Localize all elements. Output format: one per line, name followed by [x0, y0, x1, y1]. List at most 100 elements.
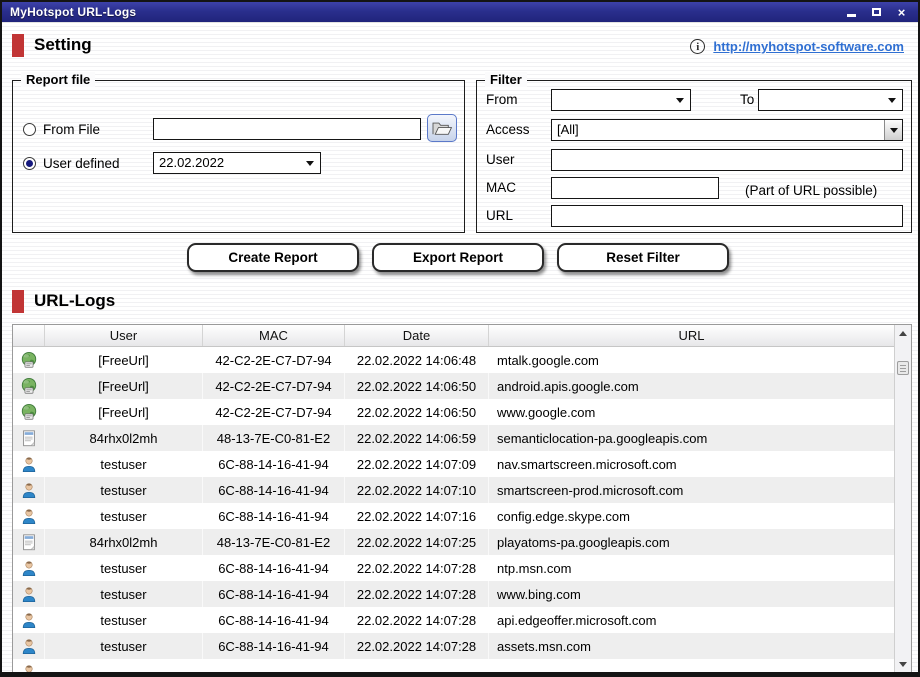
- create-report-button[interactable]: Create Report: [187, 243, 359, 272]
- table-row[interactable]: testuser6C-88-14-16-41-9422.02.2022 14:0…: [13, 477, 894, 503]
- cell-date: [345, 659, 489, 672]
- table-row[interactable]: testuser6C-88-14-16-41-9422.02.2022 14:0…: [13, 581, 894, 607]
- url-filter-input[interactable]: [551, 205, 903, 227]
- url-logs-section-header: URL-Logs: [12, 288, 115, 314]
- cell-user: testuser: [45, 477, 203, 503]
- browse-file-button[interactable]: [427, 114, 457, 142]
- link-area: i http://myhotspot-software.com: [690, 39, 904, 54]
- cell-url: nav.smartscreen.microsoft.com: [489, 451, 894, 477]
- column-header-date[interactable]: Date: [345, 325, 489, 346]
- cell-mac: 6C-88-14-16-41-94: [203, 555, 345, 581]
- window-title: MyHotspot URL-Logs: [10, 5, 136, 19]
- minimize-icon[interactable]: [845, 6, 858, 19]
- table-row[interactable]: 84rhx0l2mh48-13-7E-C0-81-E222.02.2022 14…: [13, 425, 894, 451]
- cell-mac: 42-C2-2E-C7-D7-94: [203, 347, 345, 373]
- chevron-down-icon: [890, 128, 898, 133]
- mac-filter-input[interactable]: [551, 177, 719, 199]
- cell-date: 22.02.2022 14:07:16: [345, 503, 489, 529]
- to-label: To: [740, 89, 754, 111]
- table-row[interactable]: testuser6C-88-14-16-41-9422.02.2022 14:0…: [13, 633, 894, 659]
- app-window: MyHotspot URL-Logs × Setting i http://my…: [0, 0, 920, 677]
- cell-url: playatoms-pa.googleapis.com: [489, 529, 894, 555]
- column-header-mac[interactable]: MAC: [203, 325, 345, 346]
- cell-mac: 48-13-7E-C0-81-E2: [203, 425, 345, 451]
- table-row[interactable]: 84rhx0l2mh48-13-7E-C0-81-E222.02.2022 14…: [13, 529, 894, 555]
- report-file-group-label: Report file: [21, 72, 95, 87]
- radio-icon[interactable]: [23, 157, 36, 170]
- from-label: From: [486, 89, 518, 111]
- cell-user: testuser: [45, 555, 203, 581]
- content-area: Setting i http://myhotspot-software.com …: [2, 22, 918, 672]
- radio-icon[interactable]: [23, 123, 36, 136]
- access-combobox[interactable]: [All]: [551, 119, 903, 141]
- cell-user: 84rhx0l2mh: [45, 529, 203, 555]
- cell-url: assets.msn.com: [489, 633, 894, 659]
- scroll-down-icon[interactable]: [895, 656, 911, 672]
- table-row[interactable]: testuser6C-88-14-16-41-9422.02.2022 14:0…: [13, 555, 894, 581]
- cell-user: 84rhx0l2mh: [45, 425, 203, 451]
- report-file-group: Report file From File User defined 22.02…: [12, 80, 465, 233]
- cell-date: 22.02.2022 14:07:10: [345, 477, 489, 503]
- info-icon[interactable]: i: [690, 39, 705, 54]
- cell-date: 22.02.2022 14:07:28: [345, 633, 489, 659]
- cell-url: www.bing.com: [489, 581, 894, 607]
- column-header-url[interactable]: URL: [489, 325, 894, 346]
- titlebar: MyHotspot URL-Logs ×: [2, 2, 918, 22]
- table-row[interactable]: testuser6C-88-14-16-41-9422.02.2022 14:0…: [13, 503, 894, 529]
- cell-user: testuser: [45, 451, 203, 477]
- from-file-radio[interactable]: From File: [23, 122, 100, 137]
- combo-dropdown-button[interactable]: [884, 120, 902, 140]
- cell-mac: 6C-88-14-16-41-94: [203, 581, 345, 607]
- cell-url: mtalk.google.com: [489, 347, 894, 373]
- filter-group-label: Filter: [485, 72, 527, 87]
- user-defined-radio[interactable]: User defined: [23, 156, 120, 171]
- maximize-icon[interactable]: [870, 6, 883, 19]
- user-label: User: [486, 149, 515, 171]
- table-row[interactable]: [FreeUrl]42-C2-2E-C7-D7-9422.02.2022 14:…: [13, 373, 894, 399]
- access-value: [All]: [557, 122, 579, 137]
- access-label: Access: [486, 119, 530, 141]
- cell-mac: 42-C2-2E-C7-D7-94: [203, 399, 345, 425]
- ticket-icon: [13, 425, 45, 451]
- table-row[interactable]: testuser6C-88-14-16-41-9422.02.2022 14:0…: [13, 451, 894, 477]
- reset-filter-button[interactable]: Reset Filter: [557, 243, 729, 272]
- column-header-icon[interactable]: [13, 325, 45, 346]
- cell-user: [FreeUrl]: [45, 399, 203, 425]
- from-date-combobox[interactable]: [551, 89, 691, 111]
- user-defined-label: User defined: [43, 156, 120, 171]
- table-row[interactable]: [FreeUrl]42-C2-2E-C7-D7-9422.02.2022 14:…: [13, 399, 894, 425]
- to-date-combobox[interactable]: [758, 89, 903, 111]
- cell-mac: 6C-88-14-16-41-94: [203, 633, 345, 659]
- url-logs-title: URL-Logs: [34, 291, 115, 311]
- table-row[interactable]: [FreeUrl]42-C2-2E-C7-D7-9422.02.2022 14:…: [13, 347, 894, 373]
- column-header-user[interactable]: User: [45, 325, 203, 346]
- cell-date: 22.02.2022 14:07:09: [345, 451, 489, 477]
- url-label: URL: [486, 205, 513, 227]
- date-value: 22.02.2022: [159, 155, 224, 170]
- export-report-button[interactable]: Export Report: [372, 243, 544, 272]
- cell-mac: 6C-88-14-16-41-94: [203, 451, 345, 477]
- cell-user: [45, 659, 203, 672]
- cell-mac: 6C-88-14-16-41-94: [203, 503, 345, 529]
- user-icon: [13, 633, 45, 659]
- close-icon[interactable]: ×: [895, 6, 908, 19]
- website-link[interactable]: http://myhotspot-software.com: [713, 39, 904, 54]
- scroll-up-icon[interactable]: [895, 325, 911, 341]
- table-row[interactable]: testuser6C-88-14-16-41-9422.02.2022 14:0…: [13, 607, 894, 633]
- cell-url: android.apis.google.com: [489, 373, 894, 399]
- cell-date: 22.02.2022 14:06:50: [345, 399, 489, 425]
- vertical-scrollbar[interactable]: [894, 325, 911, 672]
- user-filter-input[interactable]: [551, 149, 903, 171]
- chevron-down-icon: [888, 98, 896, 103]
- free-url-globe-icon: [13, 347, 45, 373]
- red-accent-bar: [12, 34, 24, 57]
- scrollbar-thumb[interactable]: [897, 361, 909, 375]
- setting-title: Setting: [34, 35, 92, 55]
- table-row[interactable]: [13, 659, 894, 672]
- date-combobox[interactable]: 22.02.2022: [153, 152, 321, 174]
- from-file-path-input[interactable]: [153, 118, 421, 140]
- cell-mac: 42-C2-2E-C7-D7-94: [203, 373, 345, 399]
- chevron-down-icon: [306, 161, 314, 166]
- cell-date: 22.02.2022 14:06:48: [345, 347, 489, 373]
- cell-url: semanticlocation-pa.googleapis.com: [489, 425, 894, 451]
